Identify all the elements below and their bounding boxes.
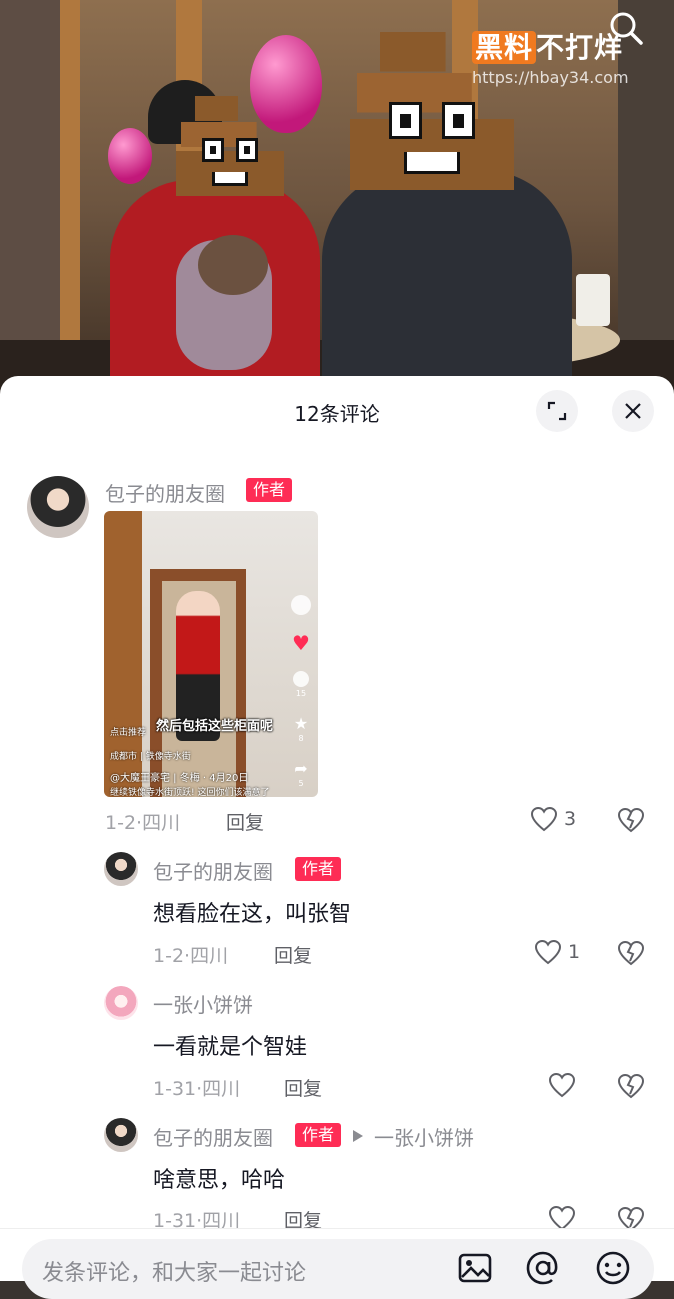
comment-author[interactable]: 包子的朋友圈 [153, 1122, 273, 1151]
dislike-button[interactable] [616, 939, 646, 967]
comment-date-location: 1-2·四川 [105, 812, 181, 834]
comment-date-location: 1-2·四川 [153, 945, 229, 967]
share-icon: ➦ [294, 759, 308, 778]
reply-button[interactable]: 回复 [274, 941, 312, 968]
emoji-icon[interactable] [594, 1249, 632, 1287]
like-count: 3 [564, 808, 577, 830]
heart-outline-icon [530, 806, 558, 832]
like-button[interactable]: 1 [534, 939, 580, 965]
heart-outline-icon [534, 939, 562, 965]
thumb-caption: 然后包括这些柜面呢 [156, 719, 274, 734]
heart-icon: ♥ [292, 631, 310, 655]
dog-head [198, 235, 268, 295]
close-button[interactable] [612, 390, 654, 432]
reply-button[interactable]: 回复 [284, 1074, 322, 1101]
reply-arrow-icon [353, 1130, 363, 1142]
comment-text: 一看就是个智娃 [153, 1035, 308, 1060]
thumb-location: 成都市 | 铁像寺水街 [110, 752, 191, 762]
dislike-button[interactable] [616, 806, 646, 834]
comment-input-placeholder: 发条评论，和大家一起讨论 [42, 1261, 307, 1286]
avatar[interactable] [104, 986, 138, 1020]
comment-input-bar: 发条评论，和大家一起讨论 [0, 1228, 674, 1299]
comment-icon [293, 671, 309, 687]
expand-button[interactable] [536, 390, 578, 432]
like-button[interactable] [548, 1072, 576, 1098]
comment-date-location: 1-31·四川 [153, 1078, 241, 1100]
video-background[interactable]: 黑料 不打烊 https://hbay34.com [0, 0, 674, 400]
thumb-account: @大魔王豪宅 | 冬梅 · 4月20日 [110, 773, 249, 784]
poop-emoji-mask [176, 96, 284, 196]
watermark-url: https://hbay34.com [472, 68, 629, 87]
search-icon[interactable] [606, 8, 646, 48]
avatar[interactable] [104, 1118, 138, 1152]
mention-icon[interactable] [524, 1249, 562, 1287]
close-icon [625, 403, 641, 419]
comment-text: 啥意思，哈哈 [153, 1168, 286, 1193]
comment-author[interactable]: 包子的朋友圈 [153, 856, 273, 885]
thumb-count: 15 [295, 689, 307, 698]
author-badge: 作者 [295, 1123, 342, 1147]
like-button[interactable]: 3 [530, 806, 576, 832]
person [322, 170, 572, 390]
avatar[interactable] [27, 476, 89, 538]
heart-outline-icon [548, 1072, 576, 1098]
thumb-recommend: 点击推荐 [110, 728, 147, 738]
comment-author[interactable]: 包子的朋友圈 [105, 478, 225, 507]
sheet-header: 12条评论 [0, 376, 674, 446]
like-count: 1 [568, 941, 581, 963]
thumb-count: 8 [298, 734, 304, 743]
expand-icon [547, 401, 567, 421]
author-badge: 作者 [295, 857, 342, 881]
comment-image[interactable]: ♥ 15 ★ 8 ➦ 5 点击推荐 然后包括这些柜面呢 成都市 | 铁像寺水街 … [104, 511, 318, 797]
thumb-desc: 继续铁像寺水街顶跃! 这回你们该满意了 [110, 788, 270, 797]
thumb-avatar [291, 595, 311, 615]
comment-text: 想看脸在这，叫张智 [153, 902, 352, 927]
balloon [108, 128, 152, 184]
avatar[interactable] [104, 852, 138, 886]
cup [576, 274, 610, 326]
comment-sheet: 12条评论 包子的朋友圈 作者 ♥ 15 ★ 8 ➦ 5 点击推荐 然后包括这些… [0, 376, 674, 1280]
thumb-side-actions: ♥ 15 ★ 8 ➦ 5 [290, 595, 312, 788]
reply-button[interactable]: 回复 [226, 808, 264, 835]
thumb-count: 5 [298, 779, 304, 788]
comment-author[interactable]: 一张小饼饼 [153, 989, 253, 1018]
reply-to-user[interactable]: 一张小饼饼 [374, 1122, 474, 1151]
image-icon[interactable] [456, 1249, 494, 1287]
dislike-button[interactable] [616, 1072, 646, 1100]
author-badge: 作者 [246, 478, 293, 502]
